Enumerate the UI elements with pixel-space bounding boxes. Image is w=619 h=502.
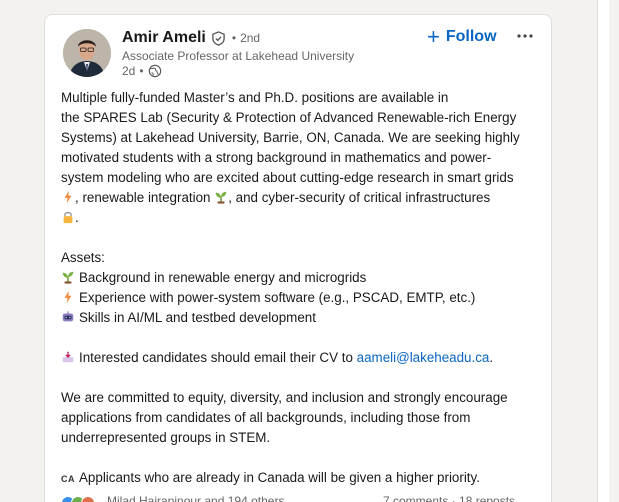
canada-line: CA Applicants who are already in Canada w… bbox=[61, 468, 541, 489]
assets-heading: Assets: bbox=[61, 250, 105, 265]
body-text-segment: , and cyber-security of critical infrast… bbox=[228, 190, 491, 205]
body-text-segment: . bbox=[75, 210, 79, 225]
globe-icon bbox=[148, 64, 162, 78]
author-name-row: Amir Ameli • 2nd bbox=[122, 29, 260, 47]
body-line: applications from candidates of all back… bbox=[61, 410, 471, 425]
social-counts: Milad Hajrapinour and 194 others 7 comme… bbox=[61, 494, 541, 502]
body-line: We are committed to equity, diversity, a… bbox=[61, 390, 508, 405]
reaction-icons[interactable] bbox=[61, 496, 95, 502]
asset-text: Skills in AI/ML and testbed development bbox=[79, 310, 316, 325]
seedling-icon bbox=[214, 190, 228, 204]
ellipsis-icon bbox=[517, 34, 533, 38]
love-icon bbox=[81, 496, 95, 502]
body-text-segment: , renewable integration bbox=[75, 190, 211, 205]
email-link[interactable]: aameli@lakeheadu.ca bbox=[357, 350, 490, 365]
author-headline: Associate Professor at Lakehead Universi… bbox=[122, 49, 355, 63]
post-meta: 2d • bbox=[122, 64, 162, 78]
body-line: , renewable integration , and cyber-secu… bbox=[61, 188, 541, 208]
separator-dot: • bbox=[139, 64, 144, 78]
robot-icon bbox=[61, 310, 75, 324]
post-header: Amir Ameli • 2nd Associate Professor at … bbox=[45, 15, 551, 89]
lightning-icon bbox=[61, 290, 75, 304]
body-line: system modeling who are excited about cu… bbox=[61, 170, 514, 185]
contact-prefix: Interested candidates should email their… bbox=[79, 350, 353, 365]
contact-line: Interested candidates should email their… bbox=[61, 348, 541, 368]
asset-item: Background in renewable energy and micro… bbox=[61, 268, 541, 288]
lightning-icon bbox=[61, 190, 75, 204]
asset-item: Skills in AI/ML and testbed development bbox=[61, 308, 541, 328]
author-avatar[interactable] bbox=[63, 29, 111, 77]
asset-text: Experience with power-system software (e… bbox=[79, 290, 476, 305]
asset-item: Experience with power-system software (e… bbox=[61, 288, 541, 308]
body-line: . bbox=[61, 208, 541, 228]
asset-text: Background in renewable energy and micro… bbox=[79, 270, 367, 285]
lock-icon bbox=[61, 210, 75, 224]
contact-suffix: . bbox=[489, 350, 494, 365]
reactors-link[interactable]: Milad Hajrapinour and 194 others bbox=[107, 494, 284, 502]
right-rail bbox=[597, 0, 609, 502]
body-line: the SPARES Lab (Security & Protection of… bbox=[61, 110, 517, 125]
feed-post-card: Amir Ameli • 2nd Associate Professor at … bbox=[44, 14, 552, 502]
author-name[interactable]: Amir Ameli bbox=[122, 29, 206, 47]
canada-flag-icon: CA bbox=[61, 474, 75, 484]
body-line: Multiple fully-funded Master’s and Ph.D.… bbox=[61, 90, 449, 105]
post-time: 2d bbox=[122, 64, 136, 78]
canada-text: Applicants who are already in Canada wil… bbox=[79, 470, 480, 485]
seedling-icon bbox=[61, 270, 75, 284]
post-body: Multiple fully-funded Master’s and Ph.D.… bbox=[61, 88, 541, 489]
follow-button[interactable]: + Follow bbox=[427, 25, 497, 49]
body-line: motivated students with a strong backgro… bbox=[61, 150, 492, 165]
more-options-button[interactable] bbox=[513, 25, 537, 47]
shield-check-icon bbox=[211, 30, 226, 46]
separator-dot: • bbox=[231, 31, 237, 45]
body-line: underrepresented groups in STEM. bbox=[61, 430, 271, 445]
connection-degree: 2nd bbox=[240, 31, 261, 45]
plus-icon: + bbox=[427, 24, 440, 49]
inbox-tray-icon bbox=[61, 350, 75, 364]
follow-label: Follow bbox=[445, 28, 497, 45]
comment-repost-counts[interactable]: 7 comments · 18 reposts bbox=[383, 494, 515, 502]
body-line: Systems) at Lakehead University, Barrie,… bbox=[61, 130, 520, 145]
